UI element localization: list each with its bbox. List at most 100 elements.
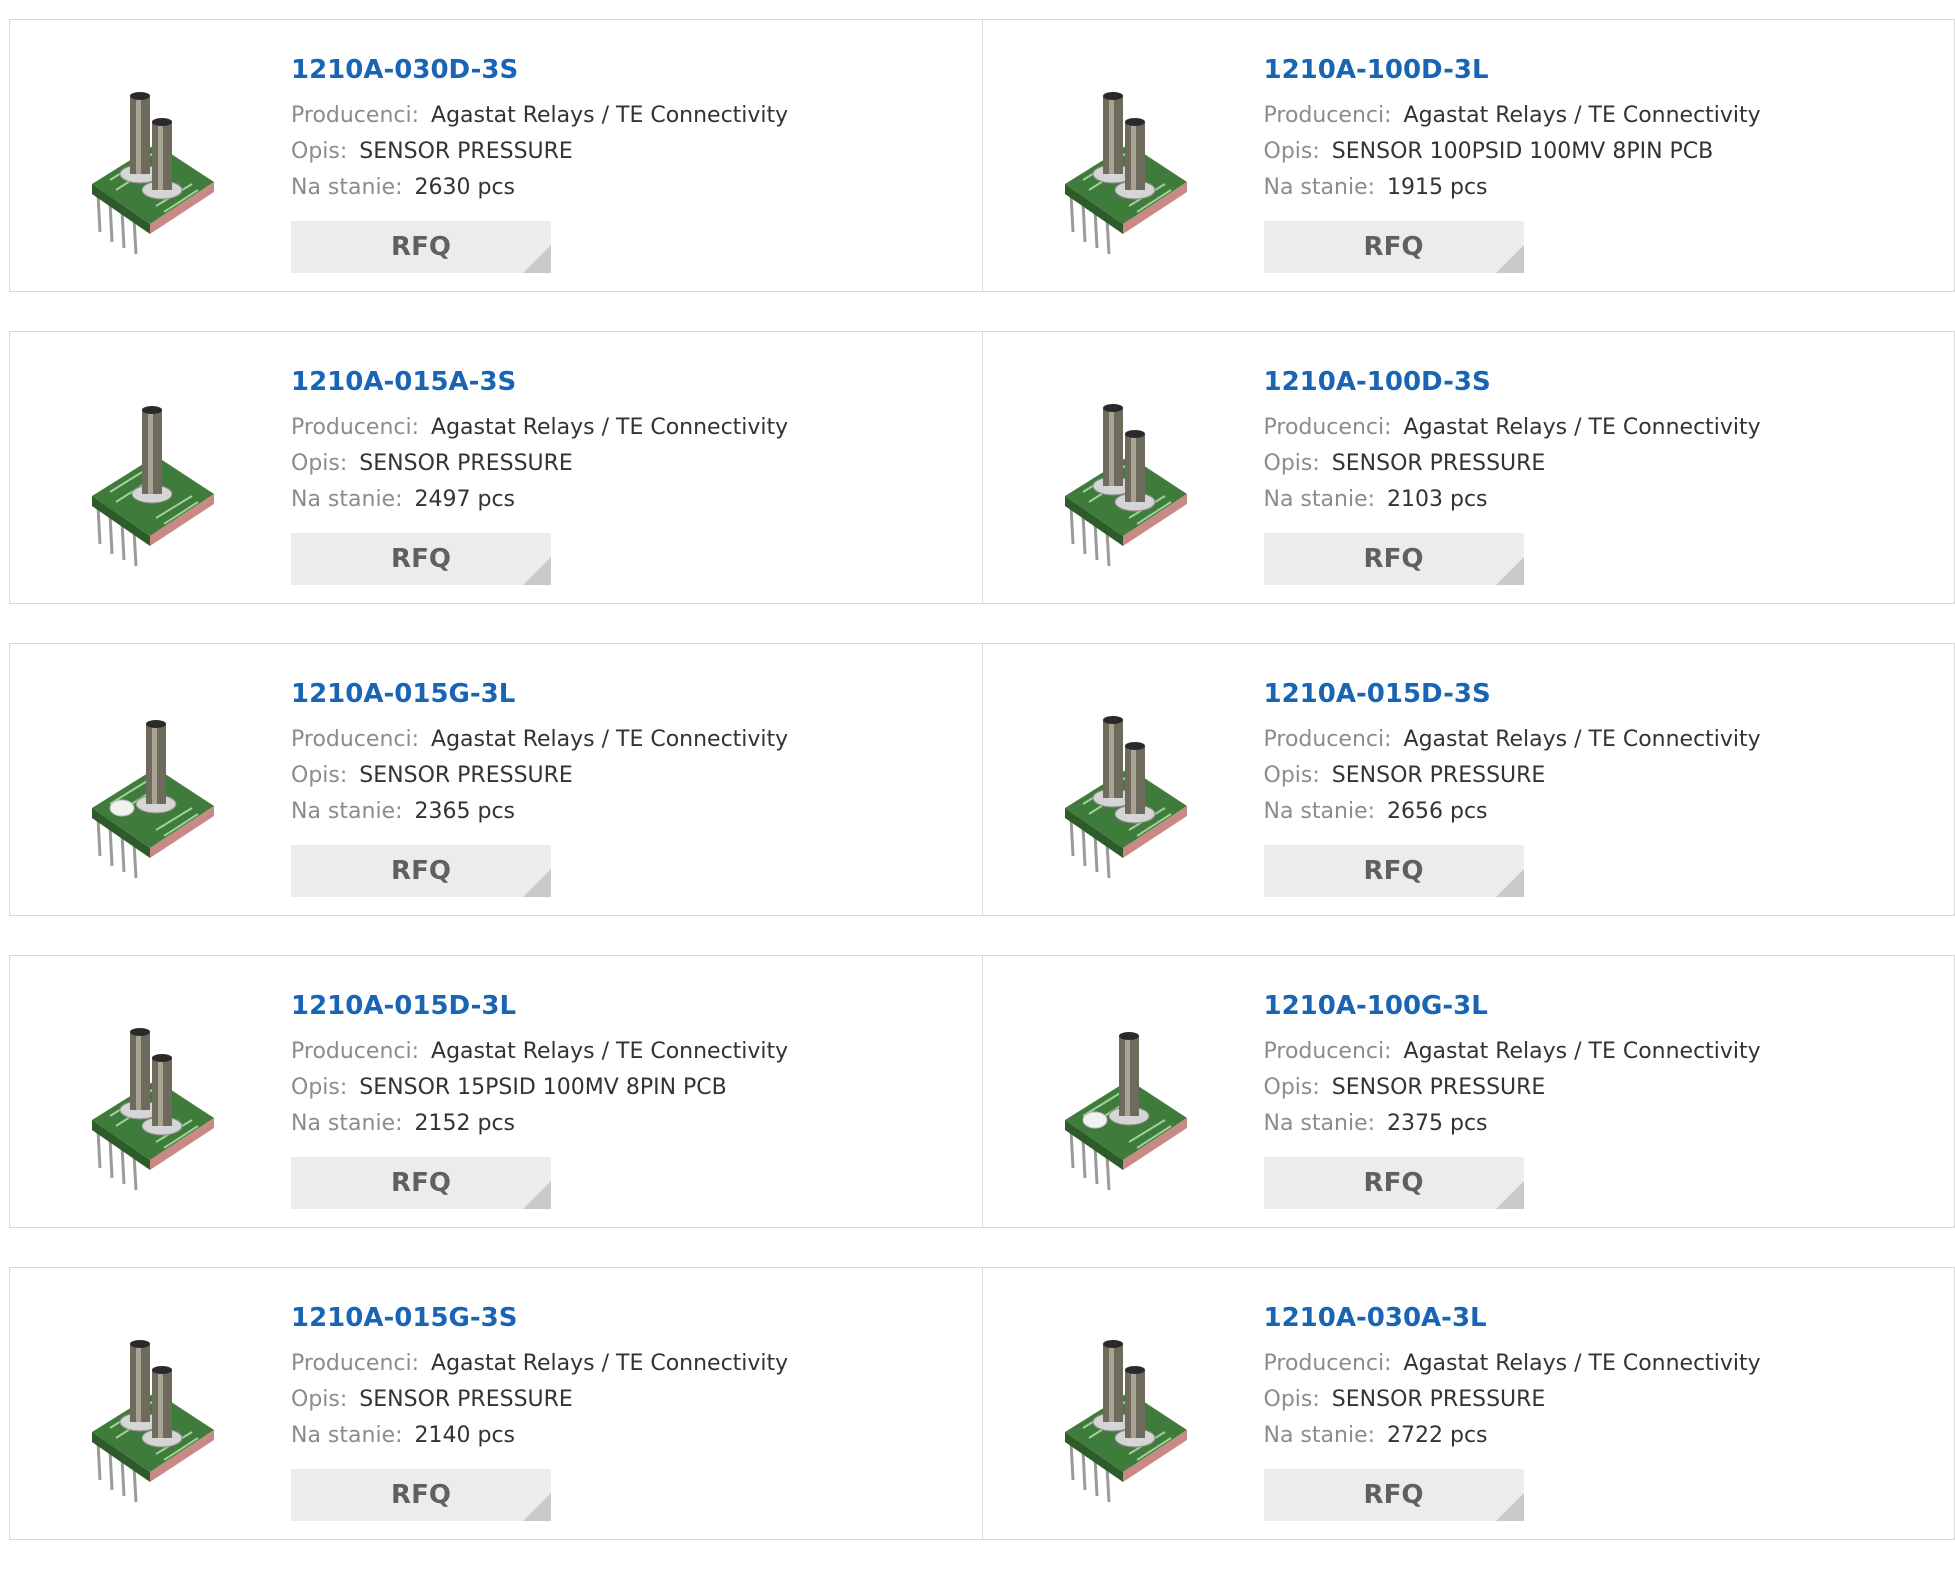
- button-corner-decoration: [1496, 1493, 1524, 1521]
- rfq-button[interactable]: RFQ: [1264, 1157, 1524, 1209]
- product-title-link[interactable]: 1210A-100D-3L: [1264, 52, 1761, 88]
- product-card: 1210A-030A-3L Producenci: Agastat Relays …: [982, 1267, 1955, 1540]
- rfq-label: RFQ: [391, 1168, 451, 1198]
- button-corner-decoration: [1496, 557, 1524, 585]
- product-info: 1210A-015A-3S Producenci: Agastat Relays …: [291, 364, 788, 518]
- product-image[interactable]: [1025, 992, 1225, 1192]
- description-value: SENSOR PRESSURE: [359, 1387, 573, 1412]
- stock-value: 2497 pcs: [415, 487, 516, 512]
- product-image[interactable]: [52, 992, 252, 1192]
- manufacturer-row: Producenci:Agastat Relays / TE Connectiv…: [291, 98, 788, 134]
- description-label: Opis:: [291, 451, 347, 476]
- product-info: 1210A-015G-3S Producenci:Agastat Relays …: [291, 1300, 788, 1454]
- manufacturer-row: Producenci: Agastat Relays / TE Connectiv…: [1264, 1346, 1761, 1382]
- product-card: 1210A-015D-3S Producenci:Agastat Relays …: [982, 643, 1955, 916]
- stock-label: Na stanie:: [1264, 487, 1376, 512]
- manufacturer-row: Producenci:Agastat Relays / TE Connectiv…: [291, 1034, 788, 1070]
- product-title-link[interactable]: 1210A-030D-3S: [291, 52, 788, 88]
- rfq-button[interactable]: RFQ: [291, 533, 551, 585]
- rfq-label: RFQ: [391, 1480, 451, 1510]
- manufacturer-label: Producenci:: [1264, 1039, 1392, 1064]
- product-title-link[interactable]: 1210A-030A-3L: [1264, 1300, 1761, 1336]
- product-image[interactable]: [1025, 1304, 1225, 1504]
- manufacturer-value: Agastat Relays / TE Connectivity: [431, 415, 788, 440]
- pressure-sensor-dual-port-icon: [52, 1304, 252, 1504]
- manufacturer-value: Agastat Relays / TE Connectivity: [431, 727, 788, 752]
- product-image[interactable]: [1025, 368, 1225, 568]
- product-image[interactable]: [52, 56, 252, 256]
- stock-row: Na stanie: 2152 pcs: [291, 1106, 788, 1142]
- product-row: 1210A-015G-3S Producenci: Agastat Relays …: [9, 1267, 1955, 1540]
- manufacturer-row: Producenci:Agastat Relays / TE Connectiv…: [1264, 1034, 1761, 1070]
- product-title-link[interactable]: 1210A-100G-3L: [1264, 988, 1761, 1024]
- description-row: Opis:SENSOR PRESSURE: [1264, 1382, 1761, 1418]
- rfq-button[interactable]: RFQ: [1264, 533, 1524, 585]
- description-value: SENSOR PRESSURE: [1332, 1387, 1546, 1412]
- stock-label: Na stanie:: [291, 487, 403, 512]
- description-row: Opis:SENSOR 100PSID 100MV 8PIN PCB: [1264, 134, 1761, 170]
- stock-label: Na stanie:: [291, 1111, 403, 1136]
- rfq-button[interactable]: RFQ: [1264, 1469, 1524, 1521]
- description-value: SENSOR PRESSURE: [359, 451, 573, 476]
- description-value: SENSOR PRESSURE: [359, 139, 573, 164]
- product-title-link[interactable]: 1210A-100D-3S: [1264, 364, 1761, 400]
- manufacturer-row: Producenci:Agastat Relays / TE Connectiv…: [291, 722, 788, 758]
- button-corner-decoration: [523, 557, 551, 585]
- product-row: 1210A-030D-3S Producenci:Agastat Relays …: [9, 19, 1955, 292]
- stock-value: 2656 pcs: [1387, 799, 1488, 824]
- stock-value: 2365 pcs: [415, 799, 516, 824]
- stock-label: Na stanie:: [291, 175, 403, 200]
- product-title-link[interactable]: 1210A-015G-3S: [291, 1300, 788, 1336]
- rfq-button[interactable]: RFQ: [291, 1157, 551, 1209]
- stock-value: 2140 pcs: [415, 1423, 516, 1448]
- product-title-link[interactable]: 1210A-015A-3S: [291, 364, 788, 400]
- product-image[interactable]: [52, 1304, 252, 1504]
- description-label: Opis:: [1264, 763, 1320, 788]
- description-row: Opis:SENSOR PRESSURE: [291, 758, 788, 794]
- manufacturer-value: Agastat Relays / TE Connectivity: [431, 1039, 788, 1064]
- stock-value: 2152 pcs: [415, 1111, 516, 1136]
- rfq-label: RFQ: [391, 544, 451, 574]
- description-value: SENSOR PRESSURE: [359, 763, 573, 788]
- product-info: 1210A-030A-3L Producenci: Agastat Relays …: [1264, 1300, 1761, 1454]
- rfq-button[interactable]: RFQ: [1264, 221, 1524, 273]
- pressure-sensor-gauge-icon: [1025, 992, 1225, 1192]
- manufacturer-label: Producenci:: [291, 415, 419, 440]
- rfq-button[interactable]: RFQ: [1264, 845, 1524, 897]
- product-image[interactable]: [52, 680, 252, 880]
- button-corner-decoration: [523, 869, 551, 897]
- manufacturer-row: Producenci:Agastat Relays / TE Connectiv…: [1264, 98, 1761, 134]
- manufacturer-label: Producenci:: [1264, 415, 1392, 440]
- description-row: Opis: SENSOR PRESSURE: [291, 1382, 788, 1418]
- manufacturer-label: Producenci:: [1264, 1351, 1392, 1376]
- pressure-sensor-dual-port-icon: [1025, 680, 1225, 880]
- product-title-link[interactable]: 1210A-015G-3L: [291, 676, 788, 712]
- stock-row: Na stanie: 2497 pcs: [291, 482, 788, 518]
- description-label: Opis:: [291, 139, 347, 164]
- stock-row: Na stanie:1915 pcs: [1264, 170, 1761, 206]
- button-corner-decoration: [1496, 869, 1524, 897]
- rfq-button[interactable]: RFQ: [291, 1469, 551, 1521]
- description-row: Opis:SENSOR PRESSURE: [1264, 1070, 1761, 1106]
- stock-row: Na stanie:2656 pcs: [1264, 794, 1761, 830]
- stock-value: 1915 pcs: [1387, 175, 1488, 200]
- product-card: 1210A-015A-3S Producenci: Agastat Relays …: [9, 331, 983, 604]
- product-image[interactable]: [52, 368, 252, 568]
- description-value: SENSOR PRESSURE: [1332, 451, 1546, 476]
- rfq-label: RFQ: [1364, 856, 1424, 886]
- stock-value: 2630 pcs: [415, 175, 516, 200]
- stock-label: Na stanie:: [291, 1423, 403, 1448]
- product-title-link[interactable]: 1210A-015D-3S: [1264, 676, 1761, 712]
- description-label: Opis:: [1264, 1075, 1320, 1100]
- product-info: 1210A-100G-3L Producenci:Agastat Relays …: [1264, 988, 1761, 1142]
- rfq-button[interactable]: RFQ: [291, 845, 551, 897]
- rfq-button[interactable]: RFQ: [291, 221, 551, 273]
- product-image[interactable]: [1025, 56, 1225, 256]
- pressure-sensor-dual-port-icon: [1025, 1304, 1225, 1504]
- description-label: Opis:: [291, 1387, 347, 1412]
- product-title-link[interactable]: 1210A-015D-3L: [291, 988, 788, 1024]
- manufacturer-value: Agastat Relays / TE Connectivity: [1404, 415, 1761, 440]
- rfq-label: RFQ: [391, 856, 451, 886]
- manufacturer-value: Agastat Relays / TE Connectivity: [1404, 1351, 1761, 1376]
- product-image[interactable]: [1025, 680, 1225, 880]
